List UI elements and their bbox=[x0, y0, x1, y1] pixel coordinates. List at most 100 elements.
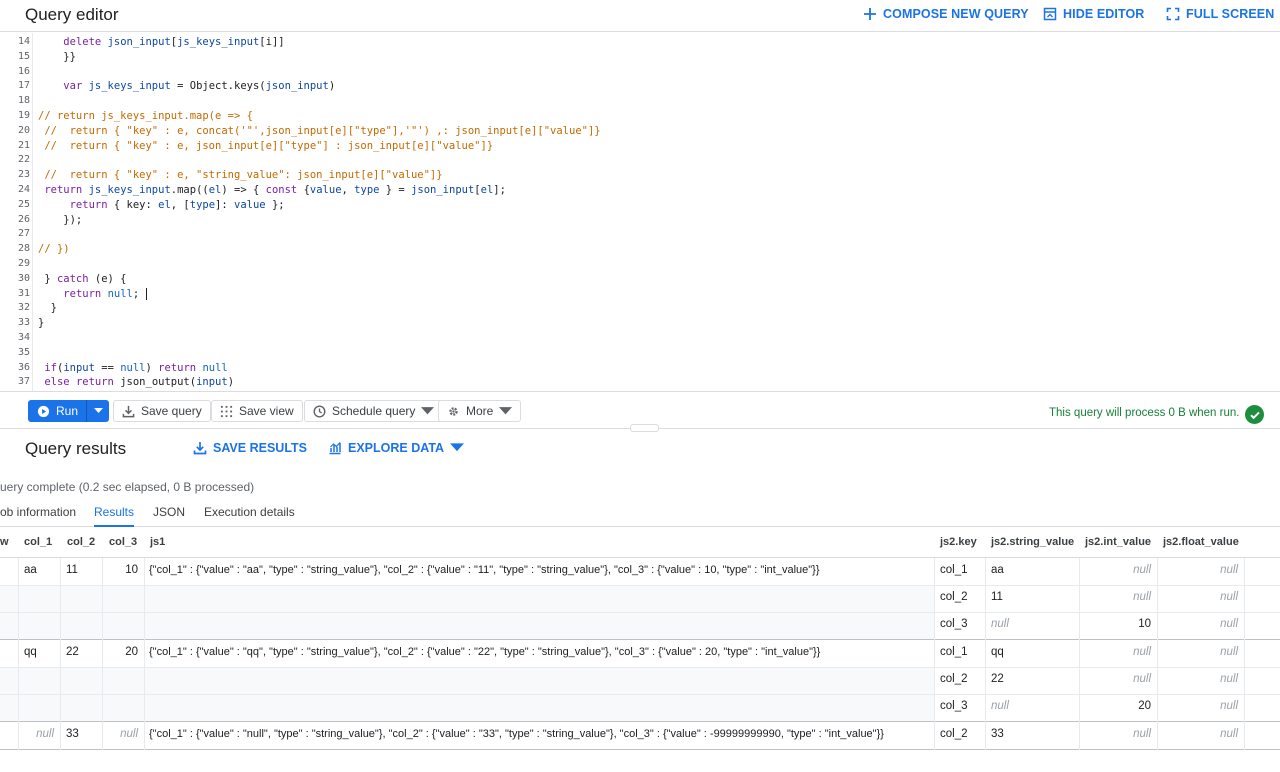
cell-js2-string-value: null bbox=[991, 700, 1009, 712]
resize-handle[interactable] bbox=[630, 424, 659, 432]
chevron-down-icon bbox=[421, 406, 435, 414]
column-divider bbox=[102, 558, 103, 750]
cell-js2-string-value: 22 bbox=[991, 673, 1004, 685]
chevron-down-icon bbox=[499, 406, 513, 414]
cell-col-2: 33 bbox=[66, 728, 79, 740]
code-lines[interactable]: delete json_input[js_keys_input[i]] }} v… bbox=[0, 33, 1280, 391]
cell-js2-string-value: 11 bbox=[991, 591, 1003, 603]
code-line: } bbox=[38, 317, 45, 330]
compose-new-query-button[interactable]: COMPOSE NEW QUERY bbox=[863, 7, 1029, 21]
column-header: js2.int_value bbox=[1085, 536, 1152, 548]
code-line: }} bbox=[38, 50, 76, 63]
code-editor[interactable]: 14 15 16 17 18 19 20 21 22 23 24 25 26 27 28 29 30 31 32 33… bbox=[0, 33, 1280, 391]
download-icon bbox=[193, 442, 207, 455]
header-divider bbox=[0, 557, 1280, 558]
chart-icon bbox=[329, 442, 341, 455]
check-circle-icon bbox=[1245, 405, 1264, 424]
cell-js2-float-value: null bbox=[1220, 618, 1238, 630]
query-validation-status: This query will process 0 B when run. bbox=[1049, 407, 1240, 419]
column-header: js2.string_value bbox=[991, 536, 1075, 548]
tab-job-information[interactable]: ob information bbox=[0, 505, 76, 519]
fullscreen-icon bbox=[1166, 7, 1180, 21]
explore-data-button[interactable]: EXPLORE DATA bbox=[328, 441, 465, 455]
cell-col-3: 10 bbox=[125, 564, 138, 576]
cell-col-1: null bbox=[36, 728, 54, 740]
cell-js2-string-value: aa bbox=[991, 564, 1004, 576]
cell-js2-key: col_3 bbox=[940, 618, 968, 630]
subrow-divider bbox=[0, 667, 1280, 668]
cell-js2-int-value: null bbox=[1133, 673, 1151, 685]
code-line: // return js_keys_input.map(e => { bbox=[38, 110, 253, 122]
code-line: else return json_output(input) bbox=[44, 376, 235, 389]
hide-editor-icon bbox=[1043, 7, 1057, 21]
column-divider bbox=[1079, 558, 1080, 750]
cell-js1: {"col_1" : {"value" : "null", "type" : "… bbox=[149, 728, 884, 740]
code-line: return null; bbox=[63, 287, 147, 300]
cell-js2-key: col_2 bbox=[940, 591, 968, 603]
download-icon bbox=[122, 405, 135, 417]
row-divider bbox=[0, 639, 1280, 640]
column-divider bbox=[985, 558, 986, 750]
subrow-divider bbox=[0, 612, 1280, 613]
cell-col-2: 22 bbox=[66, 646, 79, 658]
column-header: js2.float_value bbox=[1163, 536, 1239, 548]
hide-editor-button[interactable]: HIDE EDITOR bbox=[1043, 7, 1144, 21]
cell-js2-key: col_3 bbox=[940, 700, 968, 712]
results-tabs: ob information Results JSON Execution de… bbox=[0, 500, 1280, 527]
cell-js2-int-value: null bbox=[1133, 646, 1151, 658]
cell-js2-float-value: null bbox=[1220, 673, 1238, 685]
cell-js2-key: col_2 bbox=[940, 728, 968, 740]
cell-col-1: qq bbox=[24, 646, 37, 658]
tab-json[interactable]: JSON bbox=[153, 505, 185, 519]
column-header: js1 bbox=[150, 536, 166, 548]
more-button[interactable]: More bbox=[438, 400, 522, 422]
column-divider bbox=[144, 558, 145, 750]
code-line: // return { "key" : e, json_input[e]["ty… bbox=[38, 139, 494, 152]
full-screen-button[interactable]: FULL SCREEN bbox=[1166, 7, 1274, 21]
schedule-query-button[interactable]: Schedule query bbox=[304, 400, 444, 422]
column-divider bbox=[1244, 558, 1245, 750]
play-circle-icon bbox=[37, 405, 50, 417]
column-header: w bbox=[0, 536, 9, 548]
gear-icon bbox=[449, 406, 458, 416]
cell-col-2: 11 bbox=[66, 564, 78, 576]
cell-js2-int-value: null bbox=[1133, 728, 1151, 740]
save-query-button[interactable]: Save query bbox=[113, 400, 211, 422]
cell-js2-float-value: null bbox=[1220, 564, 1238, 576]
run-dropdown-button[interactable] bbox=[87, 400, 109, 422]
run-main[interactable]: Run bbox=[28, 400, 88, 422]
run-button[interactable]: Run bbox=[28, 400, 110, 422]
cell-js2-string-value: 33 bbox=[991, 728, 1004, 740]
code-line: } bbox=[38, 302, 57, 315]
tab-results[interactable]: Results bbox=[94, 505, 135, 527]
cell-js1: {"col_1" : {"value" : "aa", "type" : "st… bbox=[149, 564, 820, 576]
results-title: Query results bbox=[25, 439, 127, 458]
cell-js1: {"col_1" : {"value" : "qq", "type" : "st… bbox=[149, 646, 821, 658]
cell-js2-int-value: null bbox=[1133, 564, 1151, 576]
subrow-background bbox=[0, 612, 934, 639]
subrow-divider bbox=[0, 694, 1280, 695]
column-header: col_1 bbox=[24, 536, 53, 548]
editor-title: Query editor bbox=[25, 5, 119, 24]
chevron-down-icon bbox=[450, 443, 465, 452]
save-view-button[interactable]: Save view bbox=[211, 400, 303, 422]
cell-js2-key: col_2 bbox=[940, 673, 968, 685]
code-line: }); bbox=[38, 213, 83, 226]
column-header: col_2 bbox=[67, 536, 96, 548]
grid-dots-icon bbox=[220, 405, 233, 417]
subrow-background bbox=[0, 694, 934, 721]
tab-execution-details[interactable]: Execution details bbox=[204, 505, 295, 519]
cell-js2-key: col_1 bbox=[940, 646, 968, 658]
cell-js2-int-value: 20 bbox=[1138, 700, 1151, 712]
cell-js2-float-value: null bbox=[1220, 700, 1238, 712]
cell-js2-int-value: 10 bbox=[1138, 618, 1151, 630]
cell-js2-int-value: null bbox=[1133, 591, 1151, 603]
cell-col-3: 20 bbox=[125, 646, 138, 658]
cell-js2-string-value: null bbox=[991, 618, 1009, 630]
clock-icon bbox=[313, 405, 326, 417]
code-line: // }) bbox=[38, 243, 70, 256]
row-divider bbox=[0, 721, 1280, 722]
text-cursor bbox=[145, 287, 147, 300]
cell-js2-float-value: null bbox=[1220, 728, 1238, 740]
save-results-button[interactable]: SAVE RESULTS bbox=[193, 441, 307, 455]
